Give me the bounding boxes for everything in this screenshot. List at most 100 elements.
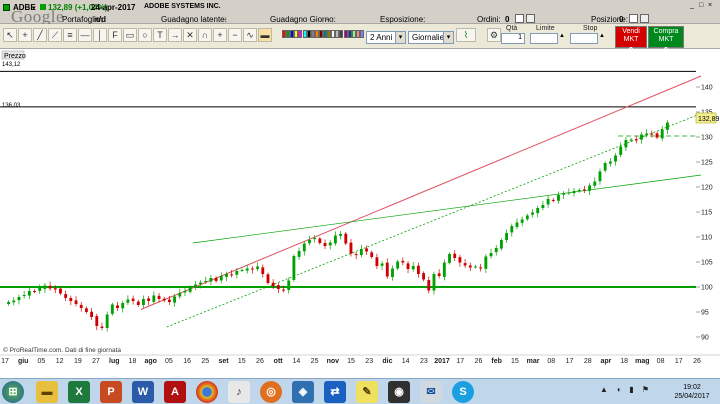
- candle-body[interactable]: [588, 185, 592, 191]
- candle-body[interactable]: [401, 260, 405, 263]
- candle-body[interactable]: [624, 140, 628, 148]
- file-explorer-icon[interactable]: ▬: [36, 381, 58, 403]
- candle-body[interactable]: [266, 274, 270, 283]
- candle-body[interactable]: [7, 302, 11, 304]
- candle-body[interactable]: [142, 299, 145, 305]
- candle-body[interactable]: [74, 300, 78, 304]
- candle-body[interactable]: [292, 256, 296, 280]
- candle-body[interactable]: [349, 242, 353, 254]
- zoom-out-icon[interactable]: −: [228, 28, 242, 42]
- period-select[interactable]: 2 Anni ▾: [366, 31, 406, 44]
- orders-add-icon[interactable]: [526, 14, 535, 23]
- candle-body[interactable]: [463, 263, 467, 266]
- candle-body[interactable]: [385, 262, 389, 277]
- limit-input[interactable]: [530, 33, 558, 44]
- candle-body[interactable]: [22, 295, 26, 297]
- candle-body[interactable]: [634, 139, 638, 141]
- candle-body[interactable]: [525, 215, 529, 220]
- indicators-icon[interactable]: ⌇: [456, 28, 476, 42]
- orders-list-icon[interactable]: [515, 14, 524, 23]
- candle-body[interactable]: [344, 233, 348, 244]
- candle-body[interactable]: [121, 303, 125, 309]
- candle-body[interactable]: [17, 297, 21, 301]
- candle-body[interactable]: [230, 274, 234, 276]
- candle-body[interactable]: [577, 190, 581, 191]
- candle-body[interactable]: [432, 274, 436, 291]
- candle-body[interactable]: [541, 205, 545, 208]
- candle-body[interactable]: [572, 191, 576, 194]
- candle-body[interactable]: [48, 285, 52, 289]
- candle-body[interactable]: [416, 265, 420, 274]
- candle-body[interactable]: [640, 134, 643, 140]
- candle-body[interactable]: [494, 248, 498, 253]
- candle-body[interactable]: [557, 195, 560, 201]
- settings-icon[interactable]: ⚙: [487, 28, 501, 42]
- candle-body[interactable]: [603, 163, 607, 171]
- candle-body[interactable]: [12, 300, 16, 303]
- channel-icon[interactable]: ≡: [63, 28, 77, 42]
- skype-icon[interactable]: S: [452, 381, 474, 403]
- candle-body[interactable]: [411, 266, 415, 270]
- candle-body[interactable]: [27, 291, 31, 296]
- candle-body[interactable]: [38, 288, 42, 291]
- candle-body[interactable]: [105, 314, 109, 329]
- candle-body[interactable]: [370, 252, 374, 257]
- candle-body[interactable]: [551, 199, 555, 201]
- trendline-icon[interactable]: ⟋: [48, 28, 62, 42]
- candle-body[interactable]: [391, 268, 394, 278]
- candle-body[interactable]: [365, 248, 368, 252]
- candle-body[interactable]: [110, 304, 114, 314]
- candle-body[interactable]: [219, 276, 223, 281]
- candle-body[interactable]: [479, 267, 483, 269]
- limit-up-icon[interactable]: ▲: [559, 33, 565, 39]
- interval-select[interactable]: Giornaliero ▾: [408, 31, 454, 44]
- price-chart[interactable]: 1401351301251201151101051009590 17giu051…: [0, 49, 720, 378]
- candle-body[interactable]: [173, 296, 177, 303]
- powerpoint-icon[interactable]: P: [100, 381, 122, 403]
- flag-icon[interactable]: ⚑: [642, 385, 649, 394]
- candle-body[interactable]: [665, 122, 669, 130]
- candle-body[interactable]: [126, 299, 130, 303]
- candle-body[interactable]: [396, 261, 400, 269]
- notes-icon[interactable]: ✎: [356, 381, 378, 403]
- candle-body[interactable]: [204, 281, 208, 282]
- candle-body[interactable]: [256, 266, 260, 269]
- candle-body[interactable]: [308, 240, 311, 244]
- candle-body[interactable]: [474, 266, 477, 268]
- candle-body[interactable]: [287, 280, 291, 291]
- candle-body[interactable]: [84, 308, 88, 312]
- camera-icon[interactable]: ◉: [388, 381, 410, 403]
- candle-body[interactable]: [614, 155, 617, 162]
- buy-mkt-button[interactable]: Compra MKT 0: [648, 26, 684, 55]
- minimize-icon[interactable]: _: [690, 2, 699, 10]
- candle-body[interactable]: [214, 278, 218, 281]
- candle-body[interactable]: [116, 305, 119, 308]
- word-icon[interactable]: W: [132, 381, 154, 403]
- line-tool-icon[interactable]: ╱: [33, 28, 47, 42]
- acrobat-icon[interactable]: A: [164, 381, 186, 403]
- candle-body[interactable]: [442, 262, 446, 277]
- network-icon[interactable]: ▮: [629, 385, 633, 394]
- close-icon[interactable]: ×: [708, 2, 717, 10]
- candle-body[interactable]: [660, 129, 664, 139]
- candle-body[interactable]: [645, 133, 649, 136]
- candle-body[interactable]: [95, 316, 99, 326]
- candle-body[interactable]: [79, 304, 83, 308]
- volume-icon[interactable]: ◖: [616, 385, 621, 394]
- text-tool-icon[interactable]: T: [153, 28, 167, 42]
- excel-icon[interactable]: X: [68, 381, 90, 403]
- line-style-icon[interactable]: ▬: [258, 28, 272, 42]
- candle-body[interactable]: [183, 291, 187, 293]
- up-arrow-icon[interactable]: ▲: [600, 385, 608, 394]
- candle-body[interactable]: [136, 301, 140, 305]
- candle-body[interactable]: [282, 289, 285, 291]
- magnet-icon[interactable]: ∩: [198, 28, 212, 42]
- candle-body[interactable]: [261, 267, 265, 274]
- teamviewer-icon[interactable]: ⇄: [324, 381, 346, 403]
- candle-body[interactable]: [422, 273, 426, 280]
- eraser-icon[interactable]: ✕: [183, 28, 197, 42]
- sell-mkt-button[interactable]: Vendi MKT 0: [615, 26, 647, 55]
- fibonacci-icon[interactable]: F: [108, 28, 122, 42]
- arrow-icon[interactable]: →: [168, 28, 182, 42]
- chrome-icon[interactable]: [196, 381, 218, 403]
